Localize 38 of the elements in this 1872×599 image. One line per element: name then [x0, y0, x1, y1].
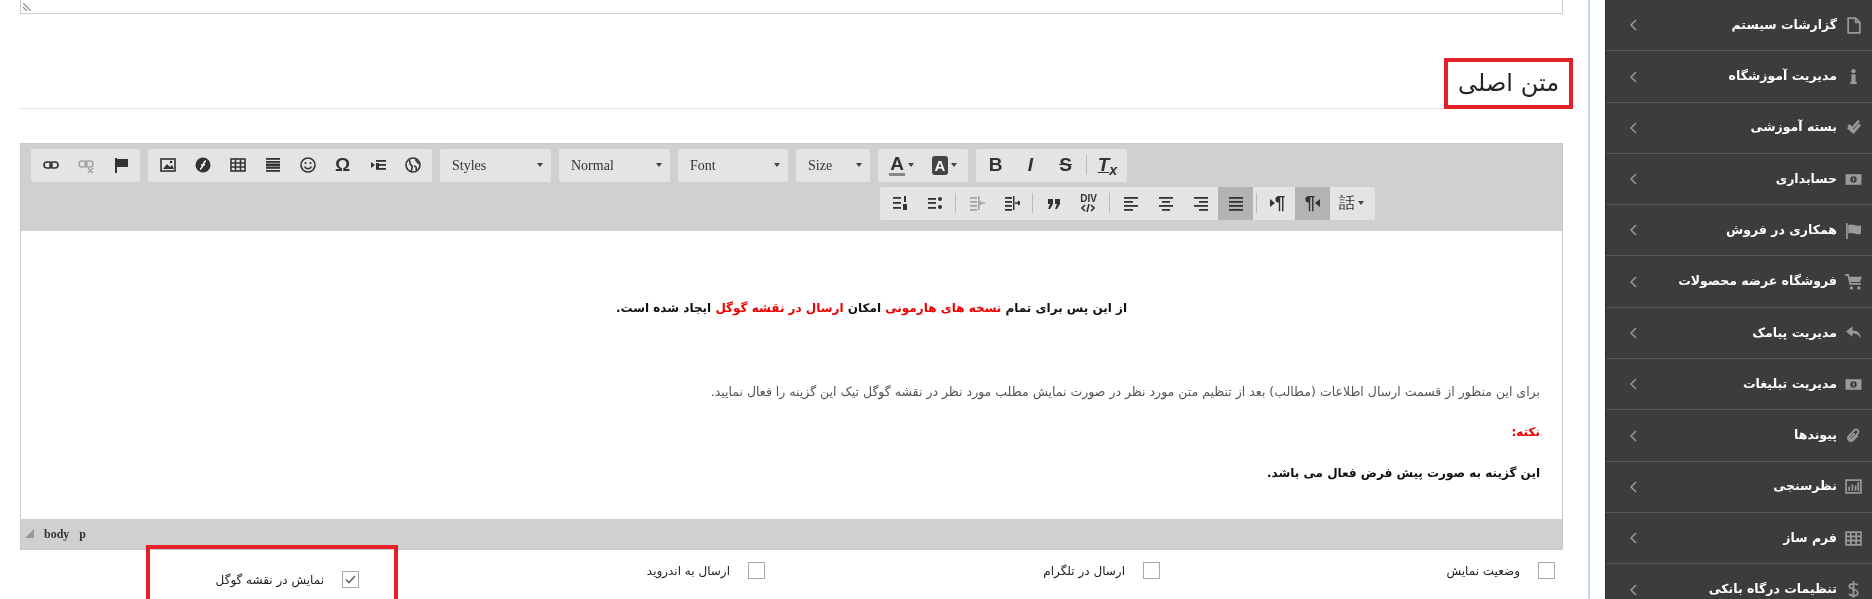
- section-heading: متن اصلی: [1444, 58, 1573, 109]
- paragraph: برای این منظور از قسمت ارسال اطلاعات (مطالب) بعد از تنظیم متن مورد نظر در صورت نمایش مطلب مورد نظر در نقشه گوگل تیک این گزینه را فعال نمایید.: [709, 382, 1540, 401]
- styles-dropdown[interactable]: Styles: [440, 148, 551, 182]
- format-dropdown[interactable]: Normal: [559, 148, 670, 182]
- sidebar-item[interactable]: مدیریت پیامک: [1606, 307, 1872, 360]
- left-to-right-button[interactable]: ¶: [1260, 186, 1295, 220]
- sidebar-item[interactable]: فروشگاه عرضه محصولات: [1606, 256, 1872, 308]
- background-color-button[interactable]: A: [923, 148, 966, 182]
- sidebar-item[interactable]: مدیریت تبلیغات: [1606, 359, 1872, 411]
- sidebar-item[interactable]: همکاری در فروش: [1606, 205, 1872, 257]
- right-to-left-button[interactable]: ¶: [1295, 186, 1330, 220]
- paragraph: از این پس برای تمام نسخه های هارمونی امکان ارسال در نقشه گوگل ایجاد شده است.: [614, 299, 1129, 317]
- sidebar-item[interactable]: گزارشات سیستم: [1606, 0, 1872, 52]
- remove-format-button[interactable]: T$_{x}$: [1090, 148, 1125, 182]
- paragraph: نکته:: [1510, 424, 1540, 441]
- checkbox-label: وضعیت نمایش: [1446, 562, 1520, 580]
- checkbox-label: ارسال به اندروید: [646, 562, 730, 580]
- checkbox-label: نمایش در نقشه گوگل: [215, 571, 324, 589]
- sidebar-item[interactable]: مدیریت آموزشگاه: [1606, 51, 1872, 103]
- sidebar-item[interactable]: پیوندها: [1606, 410, 1872, 462]
- sidebar-item[interactable]: فرم ساز: [1606, 512, 1872, 565]
- language-button[interactable]: 話: [1330, 186, 1373, 220]
- element-path-link[interactable]: body: [44, 524, 70, 543]
- div-button[interactable]: DIV: [1071, 186, 1106, 220]
- checkbox-label: ارسال در تلگرام: [1043, 562, 1125, 580]
- sidebar-item[interactable]: بسته آموزشی: [1606, 102, 1872, 154]
- sidebar-item[interactable]: نظرسنجی: [1606, 461, 1872, 513]
- text-color-button[interactable]: A: [880, 148, 923, 182]
- element-path-link[interactable]: p: [79, 524, 87, 543]
- paragraph: این گزینه به صورت پیش فرض فعال می باشد.: [1265, 464, 1540, 482]
- size-dropdown[interactable]: Size: [796, 148, 870, 182]
- strikethrough-button[interactable]: S: [1048, 148, 1083, 182]
- sidebar-item[interactable]: حسابداری: [1606, 153, 1872, 206]
- font-dropdown[interactable]: Font: [678, 148, 788, 182]
- italic-button[interactable]: I: [1013, 148, 1048, 182]
- special-character-button[interactable]: Ω: [325, 148, 360, 182]
- bold-button[interactable]: B: [978, 148, 1013, 182]
- sidebar-item[interactable]: تنظیمات درگاه بانکی: [1606, 564, 1872, 599]
